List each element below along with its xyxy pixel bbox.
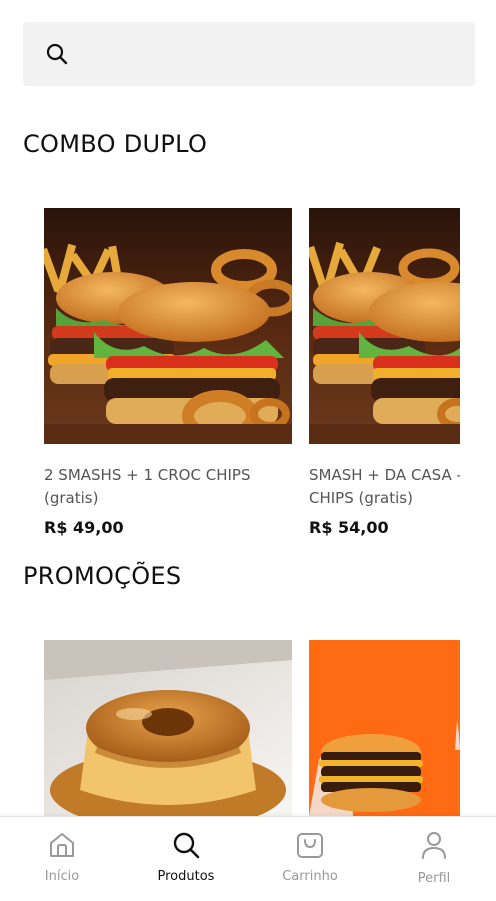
nav-label: Produtos xyxy=(157,869,215,884)
section-title-promocoes: PROMOÇÕES xyxy=(23,562,182,590)
product-image xyxy=(309,208,460,444)
product-image xyxy=(309,640,460,816)
search-bar[interactable] xyxy=(23,22,475,86)
product-price: R$ 54,00 xyxy=(309,518,389,537)
nav-item-produtos[interactable]: Produtos xyxy=(124,817,248,901)
search-icon xyxy=(46,43,68,65)
nav-item-perfil[interactable]: Perfil xyxy=(372,817,496,901)
product-name: SMASH + DA CASA - CHIPS (gratis) xyxy=(309,466,460,507)
nav-item-carrinho[interactable]: Carrinho xyxy=(248,817,372,901)
bottom-navigation: Início Produtos Carrinho Perfil xyxy=(0,816,496,901)
product-card[interactable]: 2 SMASHS + 1 CROC CHIPS (gratis) R$ 49,0… xyxy=(44,208,292,548)
section-title-combo-duplo: COMBO DUPLO xyxy=(23,130,208,158)
product-card[interactable]: SMASH + DA CASA - CHIPS (gratis) R$ 54,0… xyxy=(309,208,460,548)
home-icon xyxy=(50,833,74,857)
product-card[interactable] xyxy=(309,640,460,816)
nav-label: Início xyxy=(44,869,80,884)
nav-item-inicio[interactable]: Início xyxy=(0,817,124,901)
product-price: R$ 49,00 xyxy=(44,518,124,537)
bag-icon xyxy=(297,833,323,858)
product-image xyxy=(44,208,292,444)
user-icon xyxy=(422,832,446,859)
product-name: 2 SMASHS + 1 CROC CHIPS (gratis) xyxy=(44,466,251,507)
product-image xyxy=(44,640,292,816)
search-icon xyxy=(173,832,200,859)
nav-label: Carrinho xyxy=(282,869,338,884)
nav-label: Perfil xyxy=(417,871,451,886)
product-card[interactable] xyxy=(44,640,292,816)
search-input[interactable] xyxy=(83,36,467,74)
